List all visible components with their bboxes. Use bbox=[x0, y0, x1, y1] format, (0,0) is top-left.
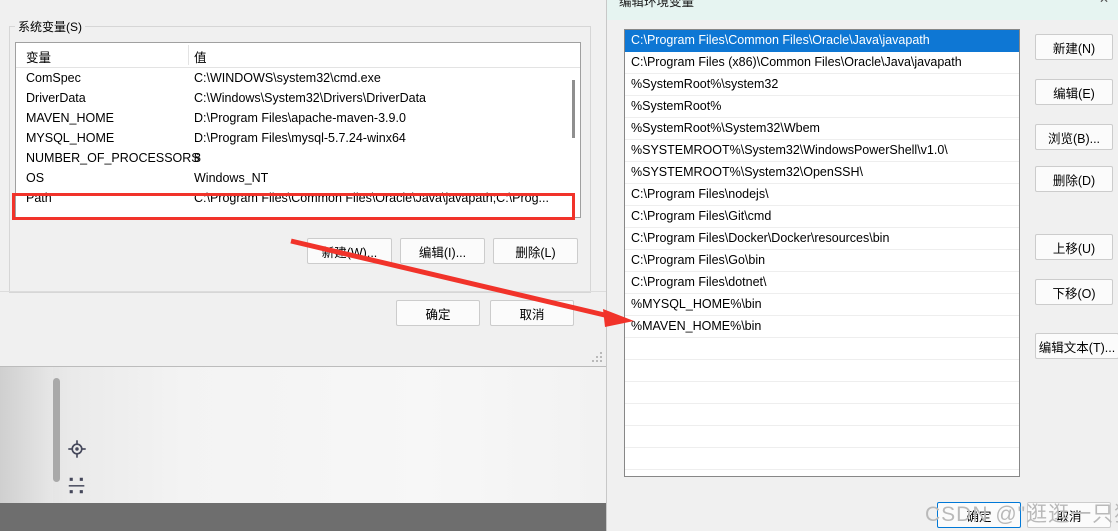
path-move-up-button[interactable]: 上移(U) bbox=[1035, 234, 1113, 260]
table-scrollbar[interactable] bbox=[568, 68, 579, 217]
path-list-item[interactable]: C:\Program Files\Git\cmd bbox=[625, 206, 1019, 228]
dialog-separator bbox=[0, 291, 606, 292]
path-list-empty-row[interactable] bbox=[625, 338, 1019, 360]
variable-name-cell: MAVEN_HOME bbox=[26, 111, 114, 125]
table-row[interactable]: DriverData C:\Windows\System32\Drivers\Dr… bbox=[16, 88, 580, 108]
column-divider[interactable] bbox=[188, 45, 189, 65]
variable-value-cell: 8 bbox=[194, 151, 201, 165]
system-variables-table[interactable]: 变量 值 ComSpec C:\WINDOWS\system32\cmd.exe D… bbox=[15, 42, 581, 218]
path-browse-button[interactable]: 浏览(B)... bbox=[1035, 124, 1113, 150]
table-row[interactable]: Path C:\Program Files\Common Files\Oracle… bbox=[16, 188, 580, 208]
table-body: ComSpec C:\WINDOWS\system32\cmd.exe Driver… bbox=[16, 68, 580, 208]
system-variables-dialog: 系统变量(S) 变量 值 ComSpec C:\WINDOWS\system32\… bbox=[0, 0, 607, 367]
resize-grip[interactable] bbox=[590, 350, 602, 362]
path-entries-list[interactable]: C:\Program Files\Common Files\Oracle\Jav… bbox=[624, 29, 1020, 477]
path-list-empty-row[interactable] bbox=[625, 404, 1019, 426]
path-list-item[interactable]: %SYSTEMROOT%\System32\WindowsPowerShell\… bbox=[625, 140, 1019, 162]
variable-name-cell: ComSpec bbox=[26, 71, 81, 85]
variable-value-cell: D:\Program Files\mysql-5.7.24-winx64 bbox=[194, 131, 406, 145]
path-delete-button[interactable]: 删除(D) bbox=[1035, 166, 1113, 192]
column-header-value[interactable]: 值 bbox=[194, 47, 207, 66]
background-drag-handle[interactable] bbox=[53, 378, 60, 482]
target-icon[interactable] bbox=[66, 438, 92, 464]
table-row[interactable]: NUMBER_OF_PROCESSORS 8 bbox=[16, 148, 580, 168]
path-list-item[interactable]: C:\Program Files\Common Files\Oracle\Jav… bbox=[625, 30, 1019, 52]
screenshot-root: 系统变量(S) 变量 值 ComSpec C:\WINDOWS\system32\… bbox=[0, 0, 1118, 531]
path-list-item[interactable]: C:\Program Files\Docker\Docker\resources… bbox=[625, 228, 1019, 250]
background-left-pane bbox=[0, 366, 53, 503]
table-scrollbar-thumb[interactable] bbox=[572, 80, 575, 138]
delete-variable-button[interactable]: 删除(L) bbox=[493, 238, 578, 264]
path-list-empty-row[interactable] bbox=[625, 470, 1019, 476]
path-list-empty-row[interactable] bbox=[625, 448, 1019, 470]
path-list-item[interactable]: %MAVEN_HOME%\bin bbox=[625, 316, 1019, 338]
path-new-button[interactable]: 新建(N) bbox=[1035, 34, 1113, 60]
variable-name-cell: MYSQL_HOME bbox=[26, 131, 115, 145]
table-header-row: 变量 值 bbox=[16, 43, 580, 68]
close-icon[interactable]: ✕ bbox=[1099, 0, 1109, 6]
path-list-item[interactable]: C:\Program Files (x86)\Common Files\Orac… bbox=[625, 52, 1019, 74]
path-list-item[interactable]: %SystemRoot% bbox=[625, 96, 1019, 118]
path-list-item[interactable]: C:\Program Files\dotnet\ bbox=[625, 272, 1019, 294]
variable-name-cell: NUMBER_OF_PROCESSORS bbox=[26, 151, 200, 165]
background-bottom-bar bbox=[0, 503, 606, 531]
path-ok-button[interactable]: 确定 bbox=[937, 502, 1021, 528]
new-variable-button[interactable]: 新建(W)... bbox=[307, 238, 392, 264]
system-variables-group-label: 系统变量(S) bbox=[15, 18, 85, 35]
path-list-empty-row[interactable] bbox=[625, 382, 1019, 404]
path-cancel-button[interactable]: 取消 bbox=[1027, 502, 1111, 528]
path-list-item[interactable]: %SystemRoot%\system32 bbox=[625, 74, 1019, 96]
variable-value-cell: D:\Program Files\apache-maven-3.9.0 bbox=[194, 111, 406, 125]
variable-value-cell: C:\WINDOWS\system32\cmd.exe bbox=[194, 71, 381, 85]
path-list-empty-row[interactable] bbox=[625, 426, 1019, 448]
path-edit-button[interactable]: 编辑(E) bbox=[1035, 79, 1113, 105]
path-list-item[interactable]: %SystemRoot%\System32\Wbem bbox=[625, 118, 1019, 140]
column-header-variable[interactable]: 变量 bbox=[26, 47, 51, 66]
path-move-down-button[interactable]: 下移(O) bbox=[1035, 279, 1113, 305]
variable-value-cell: C:\Windows\System32\Drivers\DriverData bbox=[194, 91, 426, 105]
variable-value-cell: C:\Program Files\Common Files\Oracle\Jav… bbox=[194, 191, 549, 205]
edit-environment-variable-dialog: 编辑环境变量 ✕ C:\Program Files\Common Files\O… bbox=[606, 0, 1118, 531]
path-list-item[interactable]: %MYSQL_HOME%\bin bbox=[625, 294, 1019, 316]
table-row[interactable]: ComSpec C:\WINDOWS\system32\cmd.exe bbox=[16, 68, 580, 88]
path-list-item[interactable]: C:\Program Files\Go\bin bbox=[625, 250, 1019, 272]
variable-name-cell: Path bbox=[26, 191, 52, 205]
table-row[interactable]: OS Windows_NT bbox=[16, 168, 580, 188]
dialog-title: 编辑环境变量 bbox=[619, 0, 695, 9]
table-row[interactable]: MAVEN_HOME D:\Program Files\apache-maven-… bbox=[16, 108, 580, 128]
cancel-button[interactable]: 取消 bbox=[490, 300, 574, 326]
path-list-item[interactable]: C:\Program Files\nodejs\ bbox=[625, 184, 1019, 206]
variable-value-cell: Windows_NT bbox=[194, 171, 269, 185]
distribute-vertical-icon[interactable] bbox=[66, 475, 92, 501]
table-row[interactable]: MYSQL_HOME D:\Program Files\mysql-5.7.24-… bbox=[16, 128, 580, 148]
ok-button[interactable]: 确定 bbox=[396, 300, 480, 326]
path-list-empty-row[interactable] bbox=[625, 360, 1019, 382]
variable-name-cell: DriverData bbox=[26, 91, 86, 105]
path-list-item[interactable]: %SYSTEMROOT%\System32\OpenSSH\ bbox=[625, 162, 1019, 184]
background-application bbox=[0, 366, 606, 531]
path-edit-text-button[interactable]: 编辑文本(T)... bbox=[1035, 333, 1118, 359]
variable-name-cell: OS bbox=[26, 171, 45, 185]
edit-variable-button[interactable]: 编辑(I)... bbox=[400, 238, 485, 264]
